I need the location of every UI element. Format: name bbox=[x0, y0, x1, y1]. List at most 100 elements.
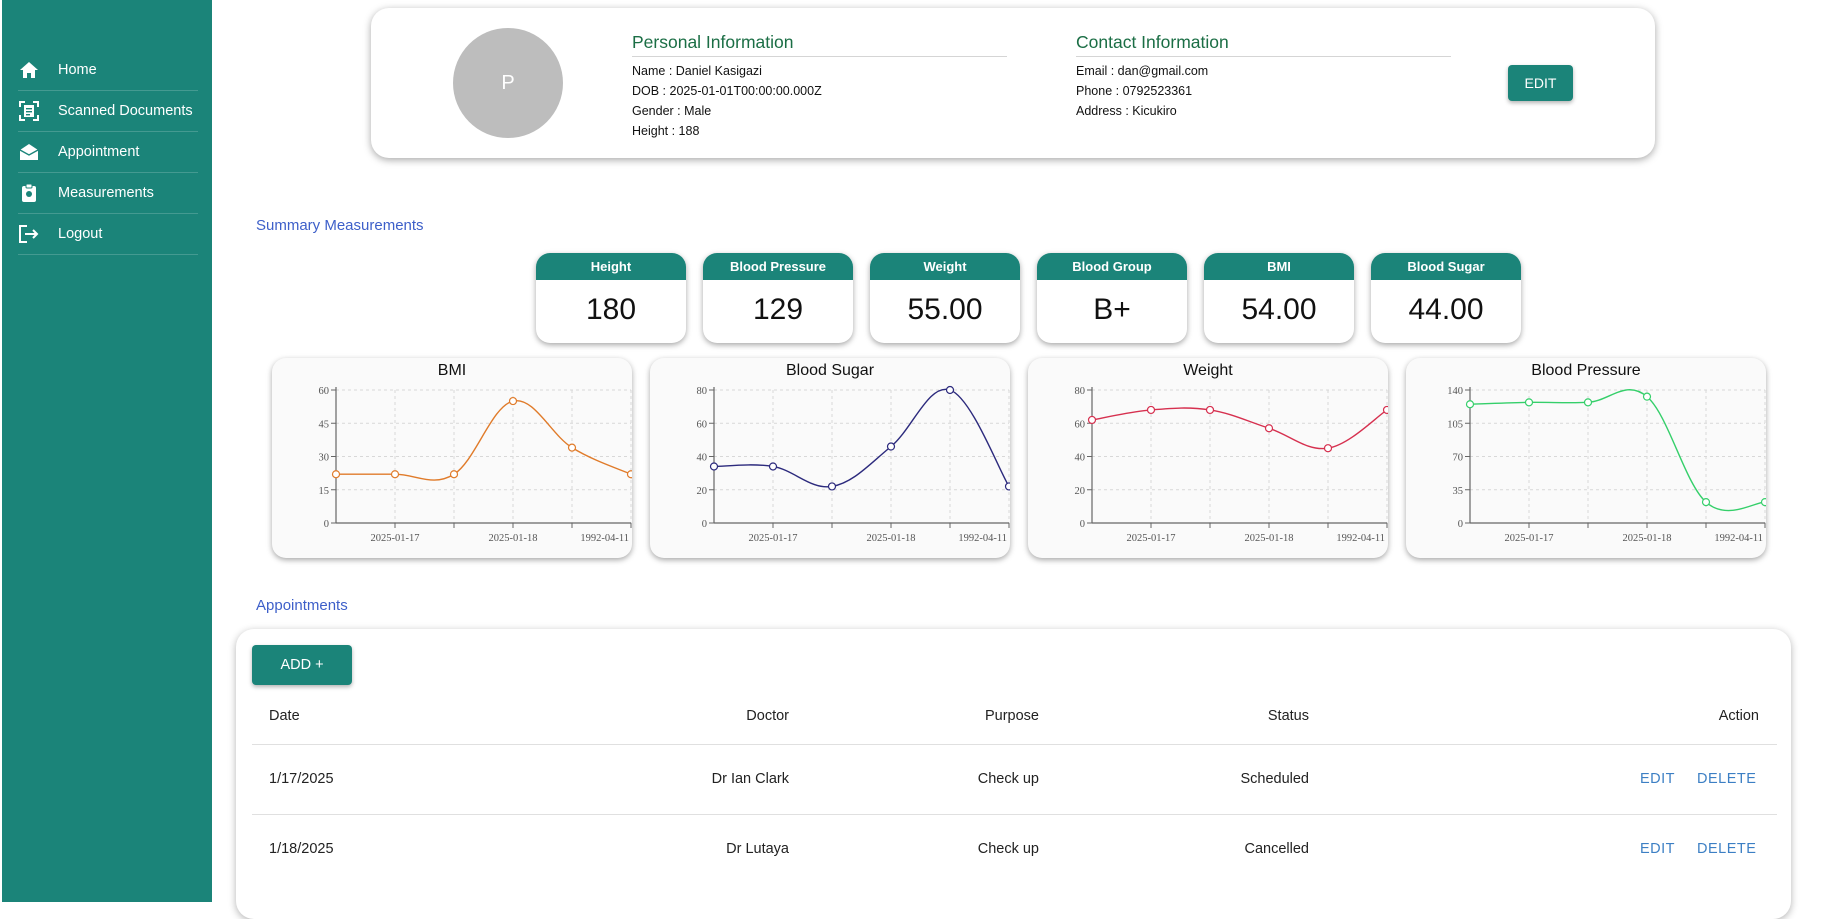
x-tick-label: 2025-01-17 bbox=[371, 533, 420, 544]
sidebar-item-label: Home bbox=[58, 62, 97, 78]
delete-appointment-button[interactable]: DELETE bbox=[1697, 841, 1756, 857]
measurement-value: 54.00 bbox=[1241, 293, 1317, 326]
sidebar-item-label: Scanned Documents bbox=[58, 103, 193, 119]
header-action: Action bbox=[1718, 708, 1759, 724]
delete-appointment-button[interactable]: DELETE bbox=[1697, 771, 1756, 787]
edit-appointment-button[interactable]: EDIT bbox=[1640, 771, 1675, 787]
measurement-label: Blood Sugar bbox=[1371, 253, 1521, 280]
y-tick-label: 80 bbox=[1075, 386, 1086, 397]
edit-appointment-button[interactable]: EDIT bbox=[1640, 841, 1675, 857]
data-point bbox=[1583, 398, 1593, 407]
header-doctor: Doctor bbox=[746, 708, 789, 724]
measurement-value: 129 bbox=[752, 293, 804, 326]
y-tick-label: 40 bbox=[697, 453, 708, 464]
chart-title: Weight bbox=[1183, 362, 1233, 379]
sidebar-item-scanned-documents[interactable]: Scanned Documents bbox=[18, 91, 198, 132]
data-point bbox=[390, 470, 400, 479]
measurement-card-height: Height 180 bbox=[536, 253, 686, 343]
data-point bbox=[1264, 424, 1274, 433]
header-status: Status bbox=[1267, 708, 1309, 724]
y-tick-label: 15 bbox=[319, 486, 330, 497]
measurement-card-blood-group: Blood Group B+ bbox=[1037, 253, 1187, 343]
measurement-label: BMI bbox=[1204, 253, 1354, 280]
y-tick-label: 140 bbox=[1447, 386, 1463, 397]
data-point bbox=[449, 470, 459, 479]
profile-email: Email : dan@gmail.com bbox=[1076, 64, 1209, 78]
y-tick-label: 35 bbox=[1453, 486, 1464, 497]
data-point bbox=[1642, 392, 1652, 401]
row-divider bbox=[252, 814, 1777, 815]
appointments-title: Appointments bbox=[256, 597, 348, 614]
row-purpose: Check up bbox=[977, 771, 1039, 787]
chart-title: Blood Sugar bbox=[785, 362, 875, 379]
series-line bbox=[1091, 407, 1388, 450]
y-tick-label: 0 bbox=[324, 519, 329, 530]
header-divider bbox=[252, 744, 1777, 745]
data-point bbox=[1760, 498, 1766, 507]
chart-title: BMI bbox=[437, 362, 467, 379]
data-point bbox=[626, 470, 632, 479]
document-scanner-icon bbox=[18, 100, 40, 122]
sidebar-item-label: Measurements bbox=[58, 185, 154, 201]
y-tick-label: 0 bbox=[1080, 519, 1085, 530]
data-point bbox=[1146, 405, 1156, 415]
sidebar-item-appointment[interactable]: Appointment bbox=[18, 132, 198, 173]
measurement-label: Height bbox=[536, 253, 686, 280]
sidebar-item-measurements[interactable]: Measurements bbox=[18, 173, 198, 214]
data-point bbox=[1004, 482, 1010, 491]
profile-address: Address : Kicukiro bbox=[1076, 104, 1177, 118]
y-tick-label: 0 bbox=[702, 519, 707, 530]
chart-card-blood-pressure: 0 35 70 105 140 2025-01-17 2025-01-18 1992-04-1… bbox=[1406, 358, 1766, 558]
profile-dob: DOB : 2025-01-01T00:00:00.000Z bbox=[632, 84, 822, 98]
add-appointment-button[interactable]: ADD + bbox=[252, 645, 352, 685]
y-tick-label: 105 bbox=[1447, 419, 1463, 430]
edit-profile-button[interactable]: EDIT bbox=[1508, 65, 1573, 101]
x-tick-label: 2025-01-18 bbox=[867, 533, 916, 544]
blood-pressure-chart: 0 35 70 105 140 2025-01-17 2025-01-18 1992-04-1… bbox=[1447, 386, 1766, 544]
personal-info-title: Personal Information bbox=[632, 32, 1007, 57]
data-point bbox=[709, 462, 719, 471]
x-tick-label: 2025-01-18 bbox=[1623, 533, 1672, 544]
chart-card-bmi: 0 15 30 45 60 2025-01-17 2025-01-18 1992-04-11 … bbox=[272, 358, 632, 558]
data-point bbox=[1465, 400, 1475, 409]
x-tick-label: 2025-01-17 bbox=[1127, 533, 1176, 544]
data-point bbox=[1524, 398, 1534, 407]
x-tick-label: 1992-04-11 bbox=[1336, 533, 1385, 544]
personal-information: Personal Information Name : Daniel Kasig… bbox=[632, 32, 1007, 141]
data-point bbox=[1382, 405, 1388, 415]
series-line bbox=[336, 400, 632, 481]
contact-information: Contact Information Email : dan@gmail.co… bbox=[1076, 32, 1451, 121]
sidebar: Home Scanned Documents Appointment Measu… bbox=[2, 0, 212, 902]
sidebar-item-logout[interactable]: Logout bbox=[18, 214, 198, 255]
measurement-label: Weight bbox=[870, 253, 1020, 280]
y-tick-label: 20 bbox=[697, 486, 708, 497]
data-point bbox=[768, 462, 778, 471]
profile-card: P Personal Information Name : Daniel Kas… bbox=[371, 8, 1655, 158]
row-status: Scheduled bbox=[1240, 771, 1309, 787]
measurement-value: 180 bbox=[585, 293, 637, 326]
header-purpose: Purpose bbox=[984, 708, 1039, 724]
measurement-value: B+ bbox=[1093, 293, 1131, 326]
contact-info-title: Contact Information bbox=[1076, 32, 1451, 57]
y-tick-label: 45 bbox=[319, 419, 330, 430]
measurement-card-bmi: BMI 54.00 bbox=[1204, 253, 1354, 343]
data-point bbox=[1087, 415, 1097, 425]
y-tick-label: 60 bbox=[319, 386, 330, 397]
y-tick-label: 60 bbox=[697, 419, 708, 430]
x-tick-label: 1992-04-11 bbox=[958, 533, 1007, 544]
y-tick-label: 0 bbox=[1458, 519, 1463, 530]
measurement-value: 55.00 bbox=[907, 293, 983, 326]
blood-sugar-chart: 0 20 40 60 80 2025-01-17 2025-01-18 1992-04-11 bbox=[697, 385, 1010, 544]
row-purpose: Check up bbox=[977, 841, 1039, 857]
x-tick-label: 2025-01-17 bbox=[749, 533, 798, 544]
sidebar-item-home[interactable]: Home bbox=[18, 50, 198, 91]
data-point bbox=[567, 443, 577, 452]
bmi-chart: 0 15 30 45 60 2025-01-17 2025-01-18 1992-04-11 bbox=[319, 386, 632, 544]
data-point bbox=[331, 470, 341, 479]
row-date: 1/17/2025 bbox=[269, 771, 334, 787]
data-point bbox=[508, 396, 518, 406]
row-status: Cancelled bbox=[1244, 841, 1310, 857]
data-point bbox=[886, 442, 896, 451]
data-point bbox=[1701, 498, 1711, 507]
measurement-card-weight: Weight 55.00 bbox=[870, 253, 1020, 343]
